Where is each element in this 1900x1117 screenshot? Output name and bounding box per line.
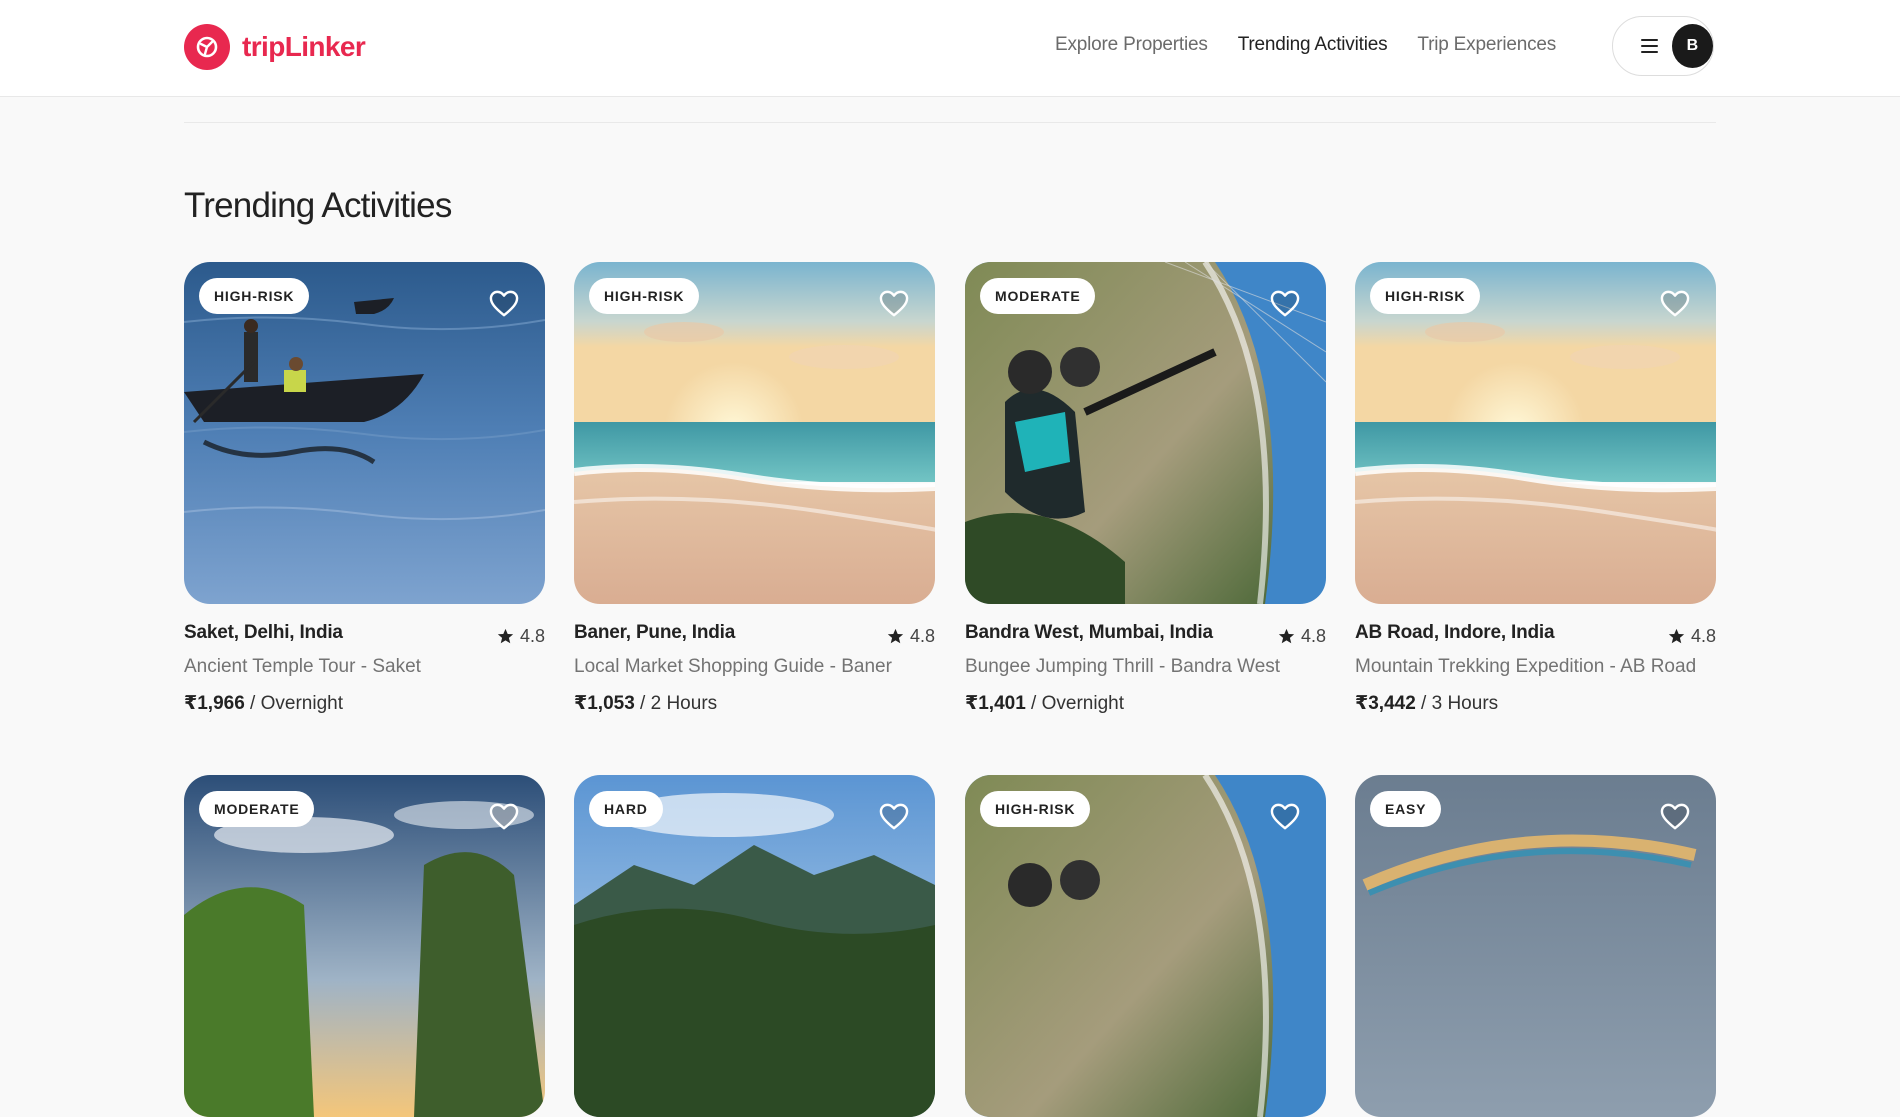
card-price-line: ₹1,053 / 2 Hours [574,692,717,715]
top-header: tripLinker Explore Properties Trending A… [0,0,1900,97]
rating-value: 4.8 [1690,626,1716,646]
heart-icon[interactable] [879,290,909,318]
avatar: B [1671,24,1713,68]
card-activity-name: Local Market Shopping Guide - Baner [574,656,892,677]
nav-explore-properties[interactable]: Explore Properties [1055,34,1208,56]
activity-card[interactable]: HIGH-RISK AB Road, Indore, India 4.8 Mou… [1355,262,1716,714]
heart-icon[interactable] [489,803,519,831]
difficulty-badge: HIGH-RISK [589,278,700,314]
activity-image[interactable]: HIGH-RISK [184,262,545,604]
activity-card[interactable]: HIGH-RISK [965,775,1326,1117]
card-activity-name: Bungee Jumping Thrill - Bandra West [965,656,1281,677]
card-rating: 4.8 [887,626,935,647]
difficulty-badge: MODERATE [980,278,1096,314]
card-price: ₹1,053 [574,693,635,714]
heart-icon[interactable] [1660,290,1690,318]
card-price-unit: / Overnight [1025,693,1124,714]
card-price: ₹1,966 [184,693,245,714]
card-price-line: ₹1,966 / Overnight [184,692,343,715]
heart-icon[interactable] [1270,290,1300,318]
hamburger-icon [1641,39,1658,53]
logo-icon [184,24,230,70]
difficulty-badge: EASY [1370,791,1442,827]
main-nav: Explore Properties Trending Activities T… [1055,34,1586,56]
rating-value: 4.8 [519,626,545,646]
card-location: Saket, Delhi, India [184,622,343,643]
heart-icon[interactable] [1660,803,1690,831]
section-divider [184,122,1716,123]
star-icon [1278,628,1295,644]
card-details: Baner, Pune, India 4.8 Local Market Shop… [574,604,935,714]
card-location: Baner, Pune, India [574,622,736,643]
card-rating: 4.8 [1668,626,1716,647]
star-icon [1668,628,1685,644]
nav-trip-experiences[interactable]: Trip Experiences [1417,34,1556,56]
activity-image[interactable]: MODERATE [965,262,1326,604]
heart-icon[interactable] [1270,803,1300,831]
heart-icon[interactable] [879,803,909,831]
rating-value: 4.8 [909,626,935,646]
card-price-line: ₹3,442 / 3 Hours [1355,692,1498,715]
activity-image[interactable]: HIGH-RISK [1355,262,1716,604]
card-location: AB Road, Indore, India [1355,622,1555,643]
difficulty-badge: HIGH-RISK [1370,278,1481,314]
user-menu-button[interactable]: B [1612,16,1714,76]
star-icon [497,628,514,644]
brand-logo[interactable]: tripLinker [184,24,366,70]
activity-card[interactable]: MODERATE Bandra West, Mumbai, India 4.8 … [965,262,1326,714]
card-price-unit: / 3 Hours [1415,693,1499,714]
card-details: Saket, Delhi, India 4.8 Ancient Temple T… [184,604,545,714]
card-price-line: ₹1,401 / Overnight [965,692,1124,715]
card-rating: 4.8 [497,626,545,647]
card-activity-name: Mountain Trekking Expedition - AB Road [1355,656,1697,677]
activity-image[interactable]: EASY [1355,775,1716,1117]
activity-card[interactable]: MODERATE [184,775,545,1117]
difficulty-badge: HIGH-RISK [980,791,1091,827]
activity-card[interactable]: HIGH-RISK Baner, Pune, India 4.8 Local M… [574,262,935,714]
activity-image[interactable]: HIGH-RISK [574,262,935,604]
card-rating: 4.8 [1278,626,1326,647]
difficulty-badge: HARD [589,791,663,827]
activity-card[interactable]: EASY [1355,775,1716,1117]
activity-image[interactable]: MODERATE [184,775,545,1117]
difficulty-badge: MODERATE [199,791,315,827]
activity-card[interactable]: HIGH-RISK Saket, Delhi, India 4.8 Ancien… [184,262,545,714]
activity-image[interactable]: HIGH-RISK [965,775,1326,1117]
card-details: Bandra West, Mumbai, India 4.8 Bungee Ju… [965,604,1326,714]
nav-trending-activities[interactable]: Trending Activities [1238,34,1388,56]
activity-card[interactable]: HARD [574,775,935,1117]
page-title: Trending Activities [184,186,452,225]
difficulty-badge: HIGH-RISK [199,278,310,314]
activity-image[interactable]: HARD [574,775,935,1117]
heart-icon[interactable] [489,290,519,318]
card-price: ₹3,442 [1355,693,1416,714]
card-price-unit: / Overnight [244,693,343,714]
star-icon [887,628,904,644]
card-details: AB Road, Indore, India 4.8 Mountain Trek… [1355,604,1716,714]
card-price: ₹1,401 [965,693,1026,714]
brand-name: tripLinker [242,31,366,62]
card-activity-name: Ancient Temple Tour - Saket [184,656,421,677]
card-location: Bandra West, Mumbai, India [965,622,1213,643]
rating-value: 4.8 [1300,626,1326,646]
card-price-unit: / 2 Hours [634,693,718,714]
